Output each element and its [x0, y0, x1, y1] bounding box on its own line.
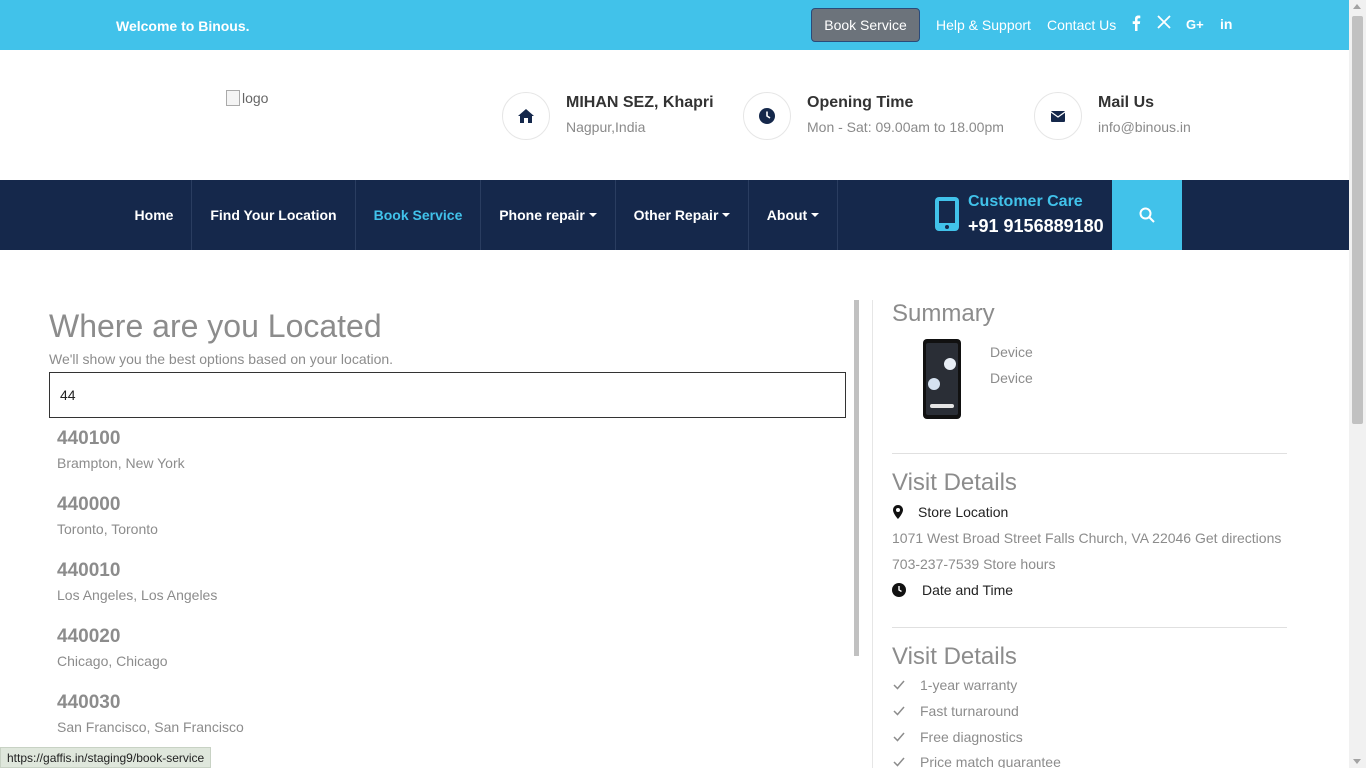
customer-care-phone[interactable]: +91 9156889180 — [968, 216, 1104, 237]
pin-code: 440020 — [57, 626, 121, 647]
feature-label: Fast turnaround — [920, 703, 1019, 719]
status-bar-url: https://gaffis.in/staging9/book-service — [0, 747, 212, 768]
clock-icon — [743, 92, 791, 140]
site-header: logo MIHAN SEZ, Khapri Nagpur,India Open… — [0, 50, 1349, 180]
nav-find-location[interactable]: Find Your Location — [192, 180, 356, 250]
location-search-input[interactable] — [49, 372, 846, 418]
check-icon — [893, 757, 905, 767]
divider — [892, 627, 1287, 628]
pin-code: 440010 — [57, 560, 121, 581]
mail-sub[interactable]: info@binous.in — [1098, 119, 1191, 135]
divider — [892, 453, 1287, 454]
search-button[interactable] — [1112, 180, 1182, 250]
book-service-button[interactable]: Book Service — [811, 8, 920, 42]
visit-details-title: Visit Details — [892, 469, 1017, 496]
address-title: MIHAN SEZ, Khapri — [566, 94, 714, 111]
logo[interactable]: logo — [226, 90, 268, 106]
caret-down-icon — [588, 213, 597, 217]
home-icon — [502, 92, 550, 140]
facebook-icon[interactable] — [1131, 15, 1141, 34]
feature-label: 1-year warranty — [920, 677, 1018, 693]
check-icon — [893, 680, 905, 690]
nav-book-service[interactable]: Book Service — [356, 180, 481, 250]
pin-place: San Francisco, San Francisco — [57, 719, 244, 735]
visit-details-title: Visit Details — [892, 643, 1017, 670]
date-time-label: Date and Time — [922, 582, 1014, 598]
summary-title: Summary — [892, 300, 995, 327]
feature-label: Price match guarantee — [920, 754, 1061, 768]
caret-down-icon — [811, 213, 820, 217]
x-icon[interactable] — [1157, 15, 1171, 32]
clock-icon — [892, 583, 906, 602]
page-scrollbar-thumb[interactable] — [1352, 16, 1363, 424]
phone-image — [922, 338, 962, 425]
linkedin-icon[interactable]: in — [1220, 16, 1232, 32]
logo-alt-text: logo — [242, 90, 269, 106]
pin-place: Los Angeles, Los Angeles — [57, 587, 218, 603]
results-scrollbar[interactable] — [854, 300, 859, 656]
mail-title: Mail Us — [1098, 94, 1155, 111]
address-sub: Nagpur,India — [566, 119, 646, 135]
store-address: 1071 West Broad Street Falls Church, VA … — [892, 530, 1282, 546]
search-icon — [1139, 207, 1155, 223]
pin-place: Brampton, New York — [57, 455, 185, 471]
pin-code: 440030 — [57, 692, 121, 713]
device-label: Device — [990, 344, 1033, 360]
feature-label: Free diagnostics — [920, 729, 1023, 745]
store-phone-hours: 703-237-7539 Store hours — [892, 556, 1056, 572]
hours-title: Opening Time — [807, 94, 914, 111]
help-support-link[interactable]: Help & Support — [936, 17, 1031, 33]
broken-image-icon — [226, 90, 240, 106]
location-title: Where are you Located — [49, 308, 382, 344]
pin-code: 440100 — [57, 428, 121, 449]
google-plus-icon[interactable]: G+ — [1186, 17, 1204, 32]
contact-us-link[interactable]: Contact Us — [1047, 17, 1116, 33]
check-icon — [893, 732, 905, 742]
nav-other-repair[interactable]: Other Repair — [616, 180, 749, 250]
welcome-text: Welcome to Binous. — [116, 18, 250, 34]
pin-place: Toronto, Toronto — [57, 521, 158, 537]
hours-sub: Mon - Sat: 09.00am to 18.00pm — [807, 119, 1004, 135]
nav-about[interactable]: About — [749, 180, 838, 250]
customer-care-title: Customer Care — [968, 193, 1083, 210]
top-bar: Welcome to Binous. Book Service Help & S… — [0, 0, 1349, 50]
nav-phone-repair[interactable]: Phone repair — [481, 180, 616, 250]
check-icon — [893, 706, 905, 716]
column-divider — [872, 300, 873, 768]
pin-place: Chicago, Chicago — [57, 653, 168, 669]
location-subtitle: We'll show you the best options based on… — [49, 351, 394, 367]
mobile-phone-icon — [934, 196, 960, 237]
envelope-icon — [1034, 92, 1082, 140]
nav-home[interactable]: Home — [117, 180, 192, 250]
device-label: Device — [990, 370, 1033, 386]
scroll-down-arrow-icon[interactable] — [1353, 759, 1361, 764]
scroll-up-arrow-icon[interactable] — [1353, 4, 1361, 9]
caret-down-icon — [722, 213, 731, 217]
store-location-label: Store Location — [918, 504, 1009, 520]
map-marker-icon — [893, 505, 903, 524]
pin-code: 440000 — [57, 494, 121, 515]
